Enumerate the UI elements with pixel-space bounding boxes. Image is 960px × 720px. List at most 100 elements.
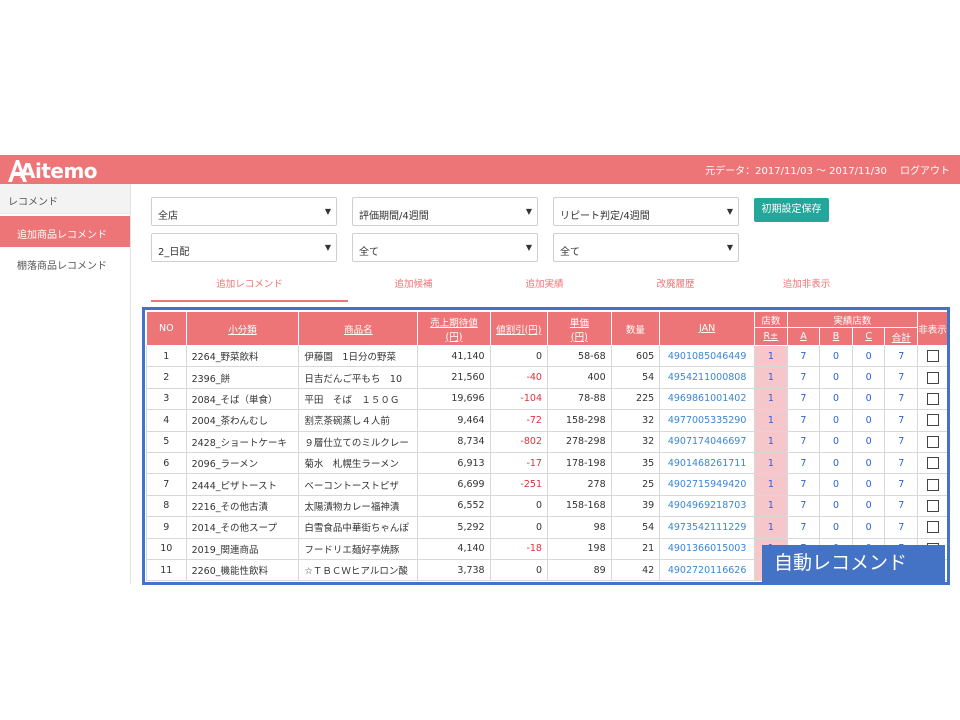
header-stores-r[interactable]: R± xyxy=(754,327,788,346)
row-total[interactable]: 7 xyxy=(884,451,919,475)
row-stores-r[interactable]: 1 xyxy=(754,516,788,539)
row-a[interactable]: 7 xyxy=(786,473,821,496)
row-b[interactable]: 0 xyxy=(819,344,853,368)
row-c[interactable]: 0 xyxy=(851,387,886,411)
row-stores-r[interactable]: 1 xyxy=(754,451,788,475)
header-jan[interactable]: JAN xyxy=(659,311,756,346)
header-category[interactable]: 小分類 xyxy=(185,311,300,346)
header-a[interactable]: A xyxy=(786,327,821,346)
row-jan-link[interactable]: 4969861001402 xyxy=(659,387,756,411)
header-no: NO xyxy=(146,311,187,346)
tab-add-results[interactable]: 追加実績 xyxy=(479,274,610,302)
row-expected: 6,913 xyxy=(417,451,491,475)
row-jan-link[interactable]: 4902720116626 xyxy=(659,558,756,582)
row-c[interactable]: 0 xyxy=(851,451,886,475)
sidebar-item-add-recommend[interactable]: 追加商品レコメンド xyxy=(0,216,130,247)
row-c[interactable]: 0 xyxy=(851,473,886,496)
row-jan-link[interactable]: 4901085046449 xyxy=(659,344,756,368)
hide-checkbox[interactable] xyxy=(926,521,939,534)
row-total[interactable]: 7 xyxy=(884,494,919,518)
row-a[interactable]: 7 xyxy=(786,387,821,411)
hide-checkbox[interactable] xyxy=(926,350,939,363)
row-total[interactable]: 7 xyxy=(884,516,919,539)
row-a[interactable]: 7 xyxy=(786,516,821,539)
header-price[interactable]: 単価 (円) xyxy=(546,311,612,346)
row-hide-cell xyxy=(917,366,947,389)
row-total[interactable]: 7 xyxy=(884,387,919,411)
row-jan-link[interactable]: 4901468261711 xyxy=(659,451,756,475)
row-b[interactable]: 0 xyxy=(819,451,853,475)
row-b[interactable]: 0 xyxy=(819,387,853,411)
row-a[interactable]: 7 xyxy=(786,409,821,432)
tab-add-recommend[interactable]: 追加レコメンド xyxy=(151,274,348,302)
row-total[interactable]: 7 xyxy=(884,344,919,368)
header-discount[interactable]: 値割引(円) xyxy=(489,311,548,346)
filter2-select[interactable]: 全て ▼ xyxy=(352,233,538,262)
row-b[interactable]: 0 xyxy=(819,473,853,496)
row-a[interactable]: 7 xyxy=(786,451,821,475)
row-stores-r[interactable]: 1 xyxy=(754,387,788,411)
header-b[interactable]: B xyxy=(819,327,853,346)
row-stores-r[interactable]: 1 xyxy=(754,430,788,453)
filter2-select-value: 全て xyxy=(359,247,379,258)
department-select[interactable]: 2_日配 ▼ xyxy=(151,233,337,262)
row-jan-link[interactable]: 4954211000808 xyxy=(659,366,756,389)
repeat-select[interactable]: リピート判定/4週間 ▼ xyxy=(553,197,739,226)
row-jan-link[interactable]: 4901366015003 xyxy=(659,537,756,560)
filter3-select[interactable]: 全て ▼ xyxy=(553,233,739,262)
row-stores-r[interactable]: 1 xyxy=(754,366,788,389)
row-c[interactable]: 0 xyxy=(851,344,886,368)
row-jan-link[interactable]: 4907174046697 xyxy=(659,430,756,453)
tab-add-hidden[interactable]: 追加非表示 xyxy=(741,274,872,302)
row-c[interactable]: 0 xyxy=(851,409,886,432)
row-stores-r[interactable]: 1 xyxy=(754,494,788,518)
row-jan-link[interactable]: 4904969218703 xyxy=(659,494,756,518)
logout-link[interactable]: ログアウト xyxy=(900,166,950,177)
hide-checkbox[interactable] xyxy=(926,392,939,405)
sidebar-item-remove-recommend[interactable]: 棚落商品レコメンド xyxy=(0,247,130,278)
row-c[interactable]: 0 xyxy=(851,516,886,539)
period-select[interactable]: 評価期間/4週間 ▼ xyxy=(352,197,538,226)
row-total[interactable]: 7 xyxy=(884,430,919,453)
row-total[interactable]: 7 xyxy=(884,473,919,496)
header-c[interactable]: C xyxy=(851,327,886,346)
header-expected[interactable]: 売上期待値 (円) xyxy=(417,311,491,346)
hide-checkbox[interactable] xyxy=(926,414,939,427)
row-a[interactable]: 7 xyxy=(786,344,821,368)
hide-checkbox[interactable] xyxy=(926,371,939,384)
row-b[interactable]: 0 xyxy=(819,366,853,389)
tab-change-history[interactable]: 改廃履歴 xyxy=(610,274,741,302)
header-product[interactable]: 商品名 xyxy=(298,311,419,346)
row-jan-link[interactable]: 4977005335290 xyxy=(659,409,756,432)
store-select[interactable]: 全店 ▼ xyxy=(151,197,337,226)
row-jan-link[interactable]: 4902715949420 xyxy=(659,473,756,496)
row-b[interactable]: 0 xyxy=(819,430,853,453)
hide-checkbox[interactable] xyxy=(926,435,939,448)
row-a[interactable]: 7 xyxy=(786,430,821,453)
hide-checkbox[interactable] xyxy=(926,499,939,512)
row-c[interactable]: 0 xyxy=(851,494,886,518)
row-stores-r[interactable]: 1 xyxy=(754,409,788,432)
row-b[interactable]: 0 xyxy=(819,494,853,518)
row-b[interactable]: 0 xyxy=(819,409,853,432)
row-category: 2428_ショートケーキ xyxy=(185,430,300,453)
row-expected: 6,699 xyxy=(417,473,491,496)
row-hide-cell xyxy=(917,516,947,539)
row-total[interactable]: 7 xyxy=(884,366,919,389)
row-c[interactable]: 0 xyxy=(851,366,886,389)
row-c[interactable]: 0 xyxy=(851,430,886,453)
table-row: 2 2396_餅 日吉だんご平もち 10 21,560 -40 400 54 49542110… xyxy=(146,366,947,389)
header-hide: 非表示 xyxy=(917,311,947,346)
row-a[interactable]: 7 xyxy=(786,366,821,389)
save-defaults-button[interactable]: 初期設定保存 xyxy=(754,198,829,222)
row-a[interactable]: 7 xyxy=(786,494,821,518)
row-b[interactable]: 0 xyxy=(819,516,853,539)
row-stores-r[interactable]: 1 xyxy=(754,344,788,368)
row-stores-r[interactable]: 1 xyxy=(754,473,788,496)
hide-checkbox[interactable] xyxy=(926,457,939,470)
hide-checkbox[interactable] xyxy=(926,478,939,491)
row-total[interactable]: 7 xyxy=(884,409,919,432)
header-total[interactable]: 合計 xyxy=(884,327,919,346)
tab-add-candidates[interactable]: 追加候補 xyxy=(348,274,479,302)
row-jan-link[interactable]: 4973542111229 xyxy=(659,516,756,539)
